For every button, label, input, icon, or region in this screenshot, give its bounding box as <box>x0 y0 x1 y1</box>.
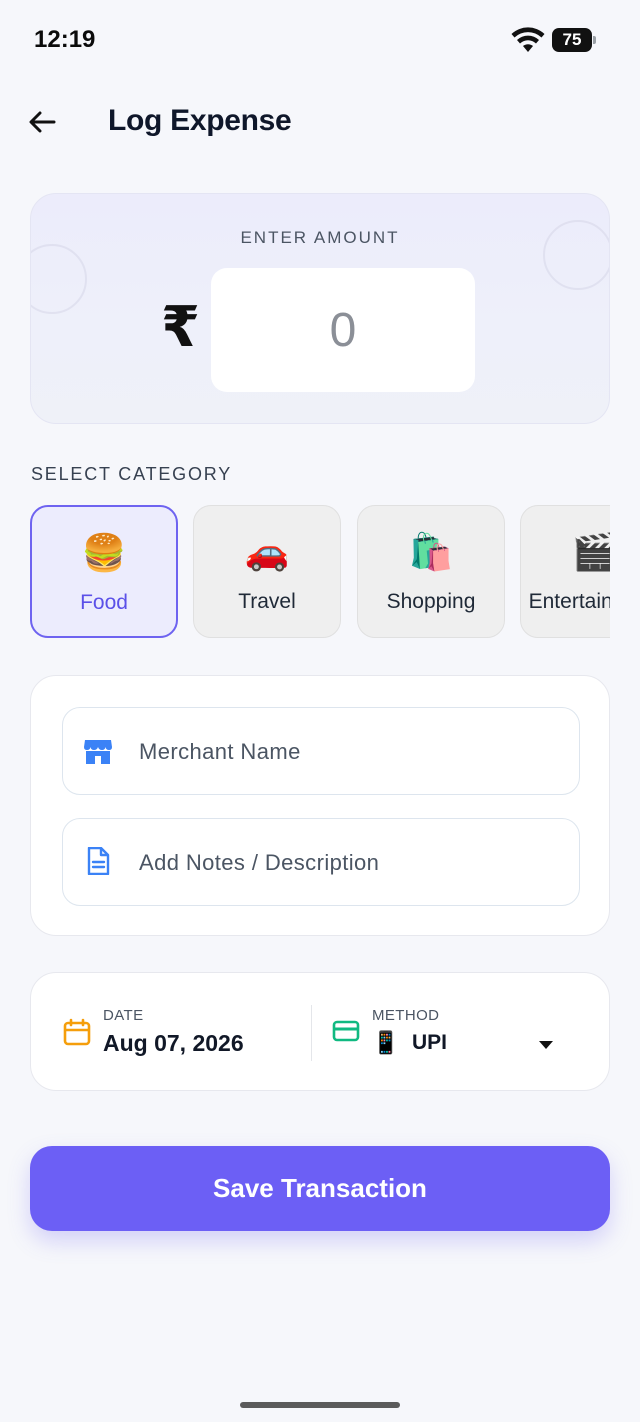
status-time: 12:19 <box>34 26 96 53</box>
method-label: METHOD <box>372 1007 440 1024</box>
date-method-card: DATE Aug 07, 2026 METHOD 📱 UPI <box>30 972 610 1091</box>
date-value: Aug 07, 2026 <box>103 1030 244 1056</box>
amount-card: ENTER AMOUNT ₹ 0 <box>30 193 610 424</box>
battery-level: 75 <box>552 28 592 52</box>
category-entertainment[interactable]: 🎬 Entertainment <box>520 505 610 638</box>
chevron-down-icon <box>539 1041 553 1049</box>
calendar-icon <box>63 1018 91 1046</box>
store-icon <box>84 740 112 764</box>
phone-icon: 📱 <box>372 1030 400 1055</box>
credit-card-icon <box>332 1020 360 1042</box>
category-label-shopping: Shopping <box>386 590 476 613</box>
date-picker[interactable]: DATE Aug 07, 2026 <box>31 973 311 1092</box>
category-shopping[interactable]: 🛍️ Shopping <box>357 505 505 638</box>
category-label: SELECT CATEGORY <box>31 464 233 484</box>
car-icon: 🚗 <box>244 531 290 572</box>
notes-input[interactable] <box>139 841 559 885</box>
document-icon <box>87 847 110 875</box>
arrow-left-icon <box>29 111 56 133</box>
rupee-icon: ₹ <box>161 295 200 358</box>
merchant-input[interactable] <box>139 730 559 774</box>
category-scroll[interactable]: 🍔 Food 🚗 Travel 🛍️ Shopping 🎬 Entertainm… <box>30 505 610 639</box>
date-label: DATE <box>103 1007 144 1024</box>
home-indicator <box>240 1402 400 1408</box>
amount-label: ENTER AMOUNT <box>240 228 400 247</box>
category-label-entertainment: Entertainment <box>528 590 610 613</box>
notes-field[interactable] <box>62 818 580 906</box>
method-select[interactable]: METHOD 📱 UPI <box>312 973 611 1092</box>
log-expense-screen: 12:19 75 Log Expense ENTER AMOUNT ₹ 0 SE… <box>0 0 640 1422</box>
category-food[interactable]: 🍔 Food <box>30 505 178 638</box>
back-button[interactable] <box>24 104 60 140</box>
amount-input[interactable]: 0 <box>211 268 475 392</box>
decorative-ring <box>31 244 87 314</box>
category-label-food: Food <box>80 591 128 614</box>
page-title: Log Expense <box>108 104 292 137</box>
details-card <box>30 675 610 936</box>
merchant-field[interactable] <box>62 707 580 795</box>
wifi-icon <box>511 27 545 52</box>
shopping-bags-icon: 🛍️ <box>408 531 454 572</box>
battery-indicator: 75 <box>552 28 596 52</box>
category-travel[interactable]: 🚗 Travel <box>193 505 341 638</box>
save-transaction-button[interactable]: Save Transaction <box>30 1146 610 1231</box>
clapperboard-icon: 🎬 <box>571 531 610 572</box>
method-value: UPI <box>412 1031 448 1054</box>
category-label-travel: Travel <box>238 590 296 613</box>
burger-icon: 🍔 <box>81 532 127 573</box>
